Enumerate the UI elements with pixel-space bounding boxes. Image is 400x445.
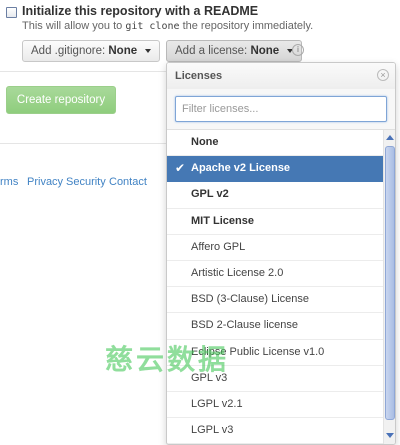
filter-licenses-input[interactable]: [175, 96, 387, 122]
license-option[interactable]: BSD (3-Clause) License: [167, 287, 383, 314]
license-option[interactable]: GPL v2: [167, 182, 383, 209]
create-repository-button[interactable]: Create repository: [6, 86, 116, 114]
readme-description: This will allow you to git clone the rep…: [22, 20, 314, 32]
license-option-label: GPL v3: [191, 371, 228, 384]
license-option-label: BSD (3-Clause) License: [191, 293, 309, 306]
checkmark-icon: ✔: [174, 161, 186, 176]
license-option[interactable]: ✔ Apache v2 License: [167, 156, 383, 183]
license-dropdown: Licenses × None ✔ Apache v2 License GPL v2 M…: [166, 62, 396, 445]
scroll-up-icon[interactable]: [386, 135, 394, 140]
license-option[interactable]: BSD 2-Clause license: [167, 313, 383, 340]
license-list: None ✔ Apache v2 License GPL v2 MIT License A…: [167, 130, 383, 444]
license-option[interactable]: LGPL v3: [167, 418, 383, 444]
footer-link[interactable]: Contact: [109, 176, 147, 188]
gitignore-value: None: [108, 45, 138, 57]
gitignore-select[interactable]: Add .gitignore: None: [22, 40, 161, 62]
scrollbar[interactable]: [383, 130, 395, 444]
license-option[interactable]: Eclipse Public License v1.0: [167, 340, 383, 366]
license-select[interactable]: Add a license: None: [166, 40, 303, 62]
dropdown-title: Licenses: [175, 70, 223, 82]
license-option-label: Artistic License 2.0: [191, 266, 284, 279]
license-option[interactable]: LGPL v2.1: [167, 392, 383, 419]
info-icon[interactable]: i: [292, 44, 304, 56]
license-option[interactable]: GPL v3: [167, 366, 383, 392]
filter-area: [167, 89, 395, 130]
divider: [0, 143, 166, 144]
footer-link[interactable]: Privacy: [27, 176, 63, 188]
close-icon[interactable]: ×: [377, 69, 389, 81]
scrollbar-thumb[interactable]: [385, 146, 395, 420]
scroll-down-icon[interactable]: [386, 433, 394, 438]
license-option-label: Affero GPL: [191, 240, 246, 253]
license-option[interactable]: None: [167, 130, 383, 157]
license-value: None: [250, 45, 280, 57]
license-option[interactable]: Affero GPL: [167, 235, 383, 261]
license-option-label: LGPL v2.1: [191, 397, 243, 410]
footer-link[interactable]: Security: [66, 176, 106, 188]
license-option-label: LGPL v3: [191, 424, 234, 437]
readme-checkbox[interactable]: [6, 7, 17, 18]
license-option[interactable]: MIT License: [167, 209, 383, 235]
license-option-label: GPL v2: [191, 188, 229, 201]
license-option-label: Eclipse Public License v1.0: [191, 345, 325, 358]
license-option-label: MIT License: [191, 214, 254, 227]
readme-label[interactable]: Initialize this repository with a README: [22, 4, 258, 18]
license-option-label: BSD 2-Clause license: [191, 319, 298, 332]
divider: [0, 71, 166, 72]
license-option-label: None: [191, 136, 219, 148]
footer-link[interactable]: rms: [0, 176, 18, 188]
caret-down-icon: [145, 48, 152, 53]
gitignore-label: Add .gitignore:: [31, 45, 106, 57]
license-label: Add a license:: [175, 45, 248, 57]
license-option[interactable]: Artistic License 2.0: [167, 261, 383, 288]
license-option-label: Apache v2 License: [191, 162, 291, 175]
dropdown-header: Licenses ×: [167, 63, 395, 90]
